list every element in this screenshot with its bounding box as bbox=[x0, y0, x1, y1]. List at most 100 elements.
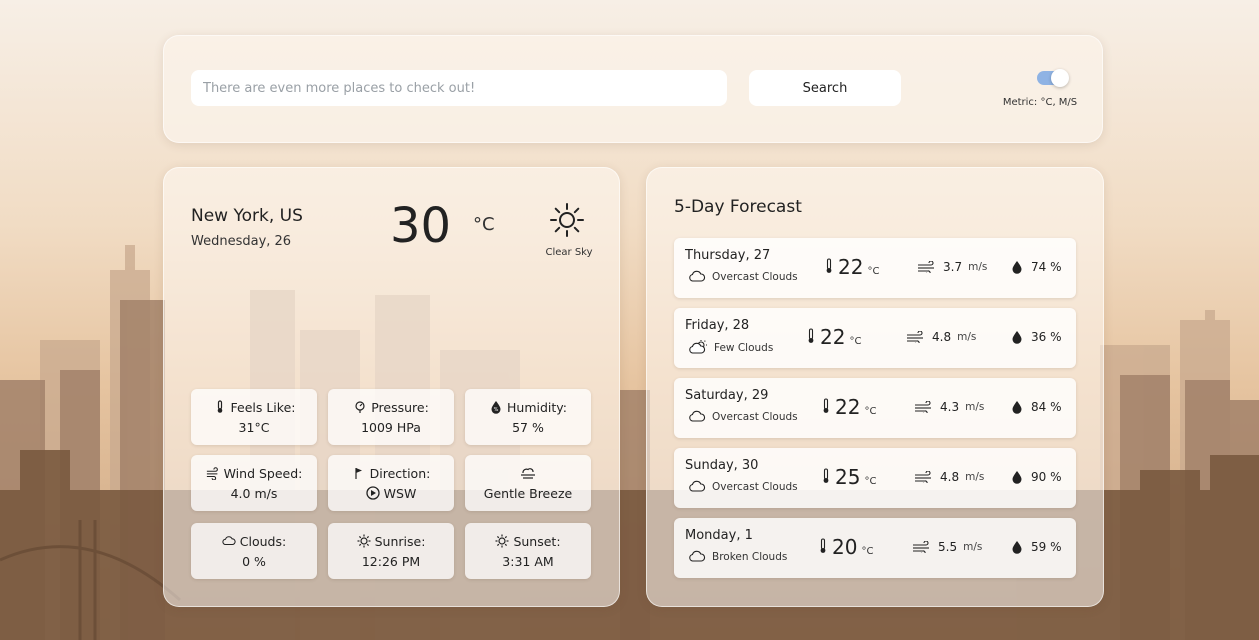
forecast-wind-unit: m/s bbox=[957, 331, 977, 343]
sun-icon bbox=[550, 203, 584, 237]
humidity-icon bbox=[1012, 541, 1022, 554]
direction-tile: Direction: WSW bbox=[328, 455, 454, 511]
partly-cloudy-icon bbox=[689, 340, 707, 354]
forecast-temperature: 22 bbox=[835, 395, 861, 419]
humidity-value: 57 % bbox=[512, 419, 544, 435]
sunset-tile: Sunset: 3:31 AM bbox=[465, 523, 591, 579]
wind-icon bbox=[915, 471, 931, 483]
clouds-tile: Clouds: 0 % bbox=[191, 523, 317, 579]
forecast-wind-unit: m/s bbox=[965, 471, 985, 483]
compass-icon bbox=[366, 486, 380, 500]
toggle-knob[interactable] bbox=[1051, 69, 1069, 87]
forecast-temp-unit: °C bbox=[864, 406, 877, 417]
forecast-wind-unit: m/s bbox=[965, 401, 985, 413]
temperature-unit: °C bbox=[473, 214, 495, 235]
humidity-icon: % bbox=[491, 401, 501, 414]
clouds-label: Clouds: bbox=[239, 533, 287, 549]
humidity-tile: % Humidity: 57 % bbox=[465, 389, 591, 445]
thermometer-icon bbox=[823, 398, 829, 413]
forecast-temp-unit: °C bbox=[849, 336, 862, 347]
wind-speed-tile: Wind Speed: 4.0 m/s bbox=[191, 455, 317, 511]
thermometer-icon bbox=[820, 538, 826, 553]
svg-text:%: % bbox=[494, 407, 499, 413]
cloud-icon bbox=[222, 536, 236, 546]
wind-icon bbox=[918, 261, 934, 273]
forecast-temperature: 22 bbox=[838, 255, 864, 279]
forecast-humidity: 90 % bbox=[1031, 470, 1062, 484]
forecast-row: Monday, 1 Broken Clouds 20 °C 5.5 m/s 59… bbox=[674, 518, 1076, 578]
current-weather-panel: New York, US Wednesday, 26 30 °C Clear S… bbox=[163, 167, 620, 607]
flag-icon bbox=[355, 468, 362, 479]
forecast-condition: Few Clouds bbox=[714, 341, 774, 354]
forecast-condition: Overcast Clouds bbox=[712, 480, 798, 493]
pressure-icon bbox=[355, 401, 365, 413]
sunset-value: 3:31 AM bbox=[502, 553, 554, 569]
wind-speed-unit: m/s bbox=[254, 485, 278, 501]
current-temperature: 30 bbox=[390, 198, 452, 254]
forecast-wind: 3.7 bbox=[943, 260, 963, 274]
thermometer-icon bbox=[217, 400, 222, 413]
direction-label: Direction: bbox=[369, 465, 431, 481]
forecast-wind: 4.3 bbox=[940, 400, 960, 414]
forecast-wind: 4.8 bbox=[940, 470, 960, 484]
forecast-temp-unit: °C bbox=[864, 476, 877, 487]
feels-like-value: 31°C bbox=[238, 419, 270, 435]
humidity-label: Humidity: bbox=[507, 399, 567, 415]
forecast-wind-unit: m/s bbox=[968, 261, 988, 273]
wind-icon bbox=[907, 331, 923, 343]
pressure-tile: Pressure: 1009 HPa bbox=[328, 389, 454, 445]
thermometer-icon bbox=[823, 468, 829, 483]
condition-label: Clear Sky bbox=[545, 247, 593, 258]
humidity-icon bbox=[1012, 401, 1022, 414]
forecast-temperature: 22 bbox=[820, 325, 846, 349]
forecast-row: Sunday, 30 Overcast Clouds 25 °C 4.8 m/s… bbox=[674, 448, 1076, 508]
wind-icon bbox=[206, 467, 218, 480]
clouds-value: 0 % bbox=[242, 553, 266, 569]
wind-icon bbox=[913, 541, 929, 553]
pressure-label: Pressure: bbox=[371, 399, 429, 415]
search-input[interactable] bbox=[191, 70, 727, 106]
direction-value: WSW bbox=[383, 485, 417, 501]
sunrise-label: Sunrise: bbox=[374, 533, 426, 549]
sunrise-value: 12:26 PM bbox=[361, 553, 421, 569]
search-panel: Search Metric: °C, M/S bbox=[163, 35, 1103, 143]
forecast-row: Saturday, 29 Overcast Clouds 22 °C 4.3 m… bbox=[674, 378, 1076, 438]
search-button[interactable]: Search bbox=[749, 70, 901, 106]
units-label: Metric: °C, M/S bbox=[1002, 97, 1078, 108]
forecast-wind: 4.8 bbox=[932, 330, 952, 344]
forecast-humidity: 36 % bbox=[1031, 330, 1062, 344]
sunrise-tile: Sunrise: 12:26 PM bbox=[328, 523, 454, 579]
sunset-icon bbox=[495, 534, 509, 548]
wind-speed-label: Wind Speed: bbox=[223, 465, 303, 481]
wind-speed-value: 4.0 bbox=[230, 485, 251, 501]
thermometer-icon bbox=[826, 258, 832, 273]
cloud-icon bbox=[689, 410, 706, 422]
forecast-row: Thursday, 27 Overcast Clouds 22 °C 3.7 m… bbox=[674, 238, 1076, 298]
wind-icon bbox=[915, 401, 931, 413]
breeze-icon bbox=[521, 468, 535, 479]
cloud-icon bbox=[689, 550, 706, 562]
sunset-label: Sunset: bbox=[513, 533, 561, 549]
units-toggle[interactable] bbox=[1037, 69, 1069, 87]
forecast-condition: Overcast Clouds bbox=[712, 270, 798, 283]
forecast-condition: Broken Clouds bbox=[712, 550, 788, 563]
breeze-tile: Gentle Breeze bbox=[465, 455, 591, 511]
forecast-humidity: 59 % bbox=[1031, 540, 1062, 554]
feels-like-tile: Feels Like: 31°C bbox=[191, 389, 317, 445]
sunrise-icon bbox=[357, 534, 371, 548]
forecast-humidity: 74 % bbox=[1031, 260, 1062, 274]
forecast-day: Monday, 1 bbox=[685, 528, 753, 543]
forecast-wind-unit: m/s bbox=[963, 541, 983, 553]
forecast-panel: 5-Day Forecast Thursday, 27 Overcast Clo… bbox=[646, 167, 1104, 607]
forecast-temp-unit: °C bbox=[867, 266, 880, 277]
pressure-value: 1009 HPa bbox=[361, 419, 421, 435]
forecast-condition: Overcast Clouds bbox=[712, 410, 798, 423]
humidity-icon bbox=[1012, 261, 1022, 274]
forecast-temperature: 25 bbox=[835, 465, 861, 489]
humidity-icon bbox=[1012, 471, 1022, 484]
humidity-icon bbox=[1012, 331, 1022, 344]
cloud-icon bbox=[689, 270, 706, 282]
city-name: New York, US bbox=[191, 206, 303, 226]
forecast-day: Saturday, 29 bbox=[685, 388, 769, 403]
forecast-row: Friday, 28 Few Clouds 22 °C 4.8 m/s 36 % bbox=[674, 308, 1076, 368]
